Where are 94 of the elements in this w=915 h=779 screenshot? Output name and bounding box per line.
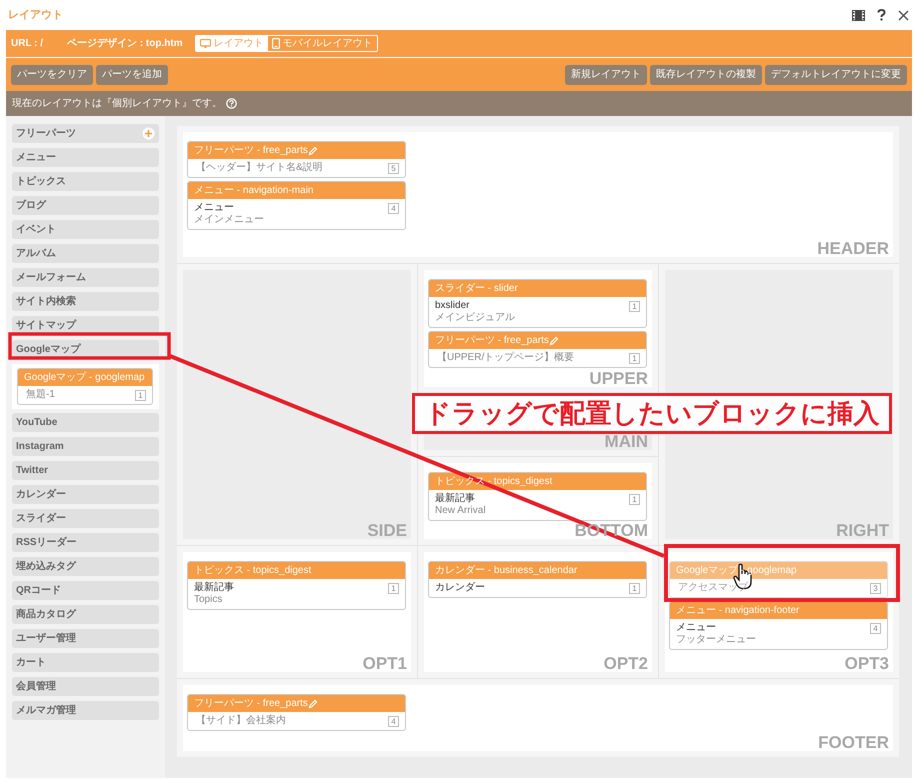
- block-type-label: メニュー - navigation-footer: [676, 606, 800, 616]
- zone-label: RIGHT: [836, 522, 889, 539]
- block-count: 4: [388, 716, 399, 727]
- block-subtitle: 無題-1: [25, 389, 55, 401]
- block-count: 1: [629, 301, 640, 312]
- phone-icon: [272, 38, 280, 49]
- pencil-icon[interactable]: [308, 146, 318, 156]
- block-subtitle: Topics: [194, 594, 224, 606]
- block-subtitle: フッターメニュー: [676, 634, 756, 646]
- block-count: 1: [629, 583, 640, 594]
- block-type-label: スライダー - slider: [435, 284, 518, 294]
- block-subtitle: 【ヘッダー】サイト名&説明: [195, 162, 323, 174]
- toolbar-button[interactable]: 既存レイアウトの複製: [650, 64, 762, 84]
- block-subtitle: メインメニュー: [194, 214, 264, 226]
- sidebar-item[interactable]: メニュー: [12, 148, 159, 167]
- sidebar-item[interactable]: Instagram: [12, 437, 159, 456]
- close-icon[interactable]: [898, 10, 909, 20]
- sidebar-item[interactable]: メルマガ管理: [12, 701, 159, 720]
- zone-label: OPT3: [844, 655, 889, 672]
- block-type-label: Googleマップ - googlemap: [24, 372, 145, 382]
- sidebar-item[interactable]: RSSリーダー: [12, 533, 159, 552]
- sidebar-item[interactable]: 会員管理: [12, 677, 159, 696]
- monitor-icon: [200, 38, 211, 48]
- layout-block-card[interactable]: フリーパーツ - free_parts 【UPPER/トップページ】概要 1: [428, 331, 647, 368]
- window-title: レイアウト: [8, 8, 63, 23]
- sidebar-item[interactable]: フリーパーツ: [12, 124, 159, 143]
- block-count: 1: [629, 353, 640, 364]
- layout-block-card[interactable]: スライダー - slider bxslider メインビジュアル 1: [428, 279, 647, 328]
- sidebar-item[interactable]: QRコード: [12, 581, 159, 600]
- sidebar-item[interactable]: トピックス: [12, 172, 159, 191]
- block-title: メニュー: [194, 202, 235, 214]
- sidebar-item[interactable]: スライダー: [12, 509, 159, 528]
- page-design-label: ページデザイン : top.htm: [67, 36, 183, 51]
- sidebar-item[interactable]: ユーザー管理: [12, 629, 159, 648]
- block-title: メニュー: [676, 622, 717, 634]
- block-count: 1: [135, 390, 146, 401]
- zone-label: UPPER: [589, 370, 648, 387]
- block-count: 1: [629, 494, 640, 505]
- add-icon[interactable]: [142, 127, 155, 140]
- block-count: 5: [388, 163, 399, 174]
- sidebar-item[interactable]: 埋め込みタグ: [12, 557, 159, 576]
- block-type-label: Googleマップ - googlemap: [676, 566, 797, 576]
- pencil-icon[interactable]: [548, 336, 559, 346]
- block-title: 最新記事: [435, 493, 476, 505]
- block-type-label: トピックス - topics_digest: [194, 566, 312, 576]
- pencil-icon[interactable]: [308, 698, 318, 708]
- layout-notice: 現在のレイアウトは『個別レイアウト』です。: [12, 96, 222, 111]
- instruction-callout: ドラッグで配置したいブロックに挿入: [412, 393, 892, 434]
- sidebar-item[interactable]: 商品カタログ: [12, 605, 159, 624]
- block-count: 4: [388, 203, 399, 214]
- layout-block-card[interactable]: カレンダー - business_calendar カレンダー 1: [428, 561, 647, 598]
- block-subtitle: メインビジュアル: [435, 312, 515, 324]
- url-label: URL : /: [11, 37, 44, 51]
- block-type-label: メニュー - navigation-main: [194, 186, 314, 196]
- zone-label: HEADER: [817, 240, 889, 257]
- block-title: カレンダー: [435, 582, 485, 594]
- block-subtitle: New Arrival: [435, 505, 486, 517]
- block-title: bxslider: [435, 300, 470, 312]
- help-icon[interactable]: [877, 9, 886, 21]
- sidebar-item[interactable]: カレンダー: [12, 485, 159, 504]
- sidebar-item[interactable]: アルバム: [12, 244, 159, 263]
- toolbar-button[interactable]: デフォルトレイアウトに変更: [765, 64, 907, 84]
- layout-block-card[interactable]: メニュー - navigation-footer メニュー フッターメニュー 4: [669, 601, 888, 650]
- toolbar-button[interactable]: 新規レイアウト: [565, 64, 647, 84]
- toolbar-button[interactable]: パーツをクリア: [11, 64, 93, 84]
- block-type-label: カレンダー - business_calendar: [435, 566, 578, 576]
- layout-block-card[interactable]: フリーパーツ - free_parts 【ヘッダー】サイト名&説明 5: [187, 141, 406, 178]
- layout-block-card[interactable]: トピックス - topics_digest 最新記事 Topics 1: [187, 561, 406, 610]
- block-count: 3: [870, 583, 881, 594]
- zone-label: SIDE: [367, 522, 407, 539]
- layout-block-card[interactable]: メニュー - navigation-main メニュー メインメニュー 4: [187, 181, 406, 230]
- zone-label: FOOTER: [818, 734, 889, 751]
- layout-block-card[interactable]: フリーパーツ - free_parts 【サイド】会社案内 4: [187, 694, 406, 731]
- block-title: 最新記事: [194, 582, 234, 594]
- sidebar-item[interactable]: YouTube: [12, 413, 159, 432]
- layout-block-card[interactable]: Googleマップ - googlemap 無題-1 1: [17, 368, 153, 405]
- block-subtitle: 【UPPER/トップページ】概要: [436, 352, 574, 364]
- film-icon[interactable]: [852, 10, 865, 20]
- block-count: 1: [388, 583, 399, 594]
- sidebar-item[interactable]: メールフォーム: [12, 268, 159, 287]
- zone-label: MAIN: [604, 433, 648, 450]
- sidebar-item[interactable]: カート: [12, 653, 159, 672]
- sidebar-item[interactable]: Twitter: [12, 461, 159, 480]
- block-type-label: フリーパーツ - free_parts: [194, 146, 308, 156]
- zone-label: OPT2: [604, 655, 648, 672]
- block-type-label: フリーパーツ - free_parts: [194, 698, 308, 708]
- block-type-label: フリーパーツ - free_parts: [435, 336, 549, 346]
- toolbar-button[interactable]: パーツを追加: [96, 64, 168, 84]
- block-count: 4: [870, 623, 881, 634]
- sidebar-item[interactable]: イベント: [12, 220, 159, 239]
- zone-label: OPT1: [362, 655, 407, 672]
- sidebar-item[interactable]: サイト内検索: [12, 292, 159, 311]
- block-subtitle: 【サイド】会社案内: [195, 715, 286, 727]
- sidebar-item[interactable]: ブログ: [12, 196, 159, 215]
